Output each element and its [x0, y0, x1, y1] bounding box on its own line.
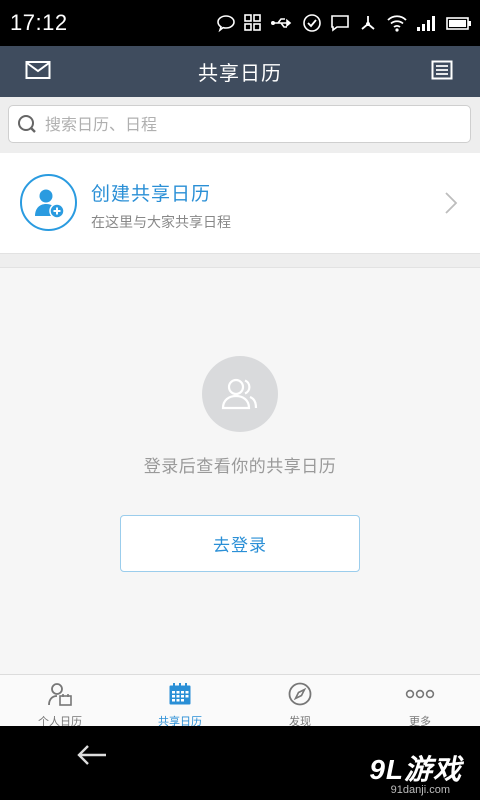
- more-dots-icon: [405, 682, 435, 710]
- calendar-icon: [168, 682, 192, 710]
- status-bar: 17:12: [0, 0, 480, 46]
- system-nav-bar: 9L游戏 91danji.com: [0, 726, 480, 800]
- mail-icon: [25, 60, 51, 84]
- list-icon: [431, 60, 453, 84]
- tab-shared-calendar[interactable]: 共享日历: [120, 675, 240, 728]
- mail-button[interactable]: [8, 46, 68, 97]
- tab-discover[interactable]: 发现: [240, 675, 360, 728]
- back-arrow-icon[interactable]: [72, 740, 112, 770]
- watermark-url: 91danji.com: [390, 784, 450, 796]
- tab-personal-calendar[interactable]: 个人日历: [0, 675, 120, 728]
- add-user-icon: [20, 174, 77, 231]
- create-shared-calendar-row[interactable]: 创建共享日历 在这里与大家共享日程: [0, 153, 480, 254]
- empty-state: 登录后查看你的共享日历 去登录: [0, 268, 480, 674]
- search-box[interactable]: [8, 105, 471, 143]
- list-button[interactable]: [412, 46, 472, 97]
- create-text: 创建共享日历 在这里与大家共享日程: [91, 179, 231, 232]
- section-divider: [0, 254, 480, 268]
- create-subtitle: 在这里与大家共享日程: [91, 215, 231, 231]
- grid-icon: [244, 13, 262, 33]
- person-calendar-icon: [47, 682, 73, 710]
- login-button[interactable]: 去登录: [120, 515, 360, 572]
- search-bar: [0, 97, 480, 153]
- bottom-tab-bar: 个人日历 共享日历 发现 更多: [0, 674, 480, 728]
- tab-more[interactable]: 更多: [360, 675, 480, 728]
- page-title: 共享日历: [198, 61, 282, 85]
- search-icon: [9, 113, 45, 135]
- battery-icon: [446, 13, 472, 33]
- status-time: 17:12: [10, 10, 68, 35]
- app-header: 共享日历: [0, 46, 480, 97]
- wifi-icon: [386, 13, 408, 33]
- message-icon: [330, 13, 350, 33]
- signal-icon: [416, 13, 438, 33]
- empty-message: 登录后查看你的共享日历: [143, 457, 337, 477]
- chat-bubble-icon: [216, 13, 236, 33]
- status-icons: [216, 0, 472, 46]
- users-icon: [202, 356, 278, 432]
- search-input[interactable]: [45, 114, 445, 134]
- share-node-icon: [358, 13, 378, 33]
- chevron-right-icon: [444, 191, 458, 219]
- check-circle-icon: [302, 13, 322, 33]
- compass-icon: [288, 682, 312, 710]
- usb-icon: [270, 13, 294, 33]
- watermark-logo: 9L游戏: [369, 754, 462, 785]
- create-title: 创建共享日历: [91, 183, 212, 205]
